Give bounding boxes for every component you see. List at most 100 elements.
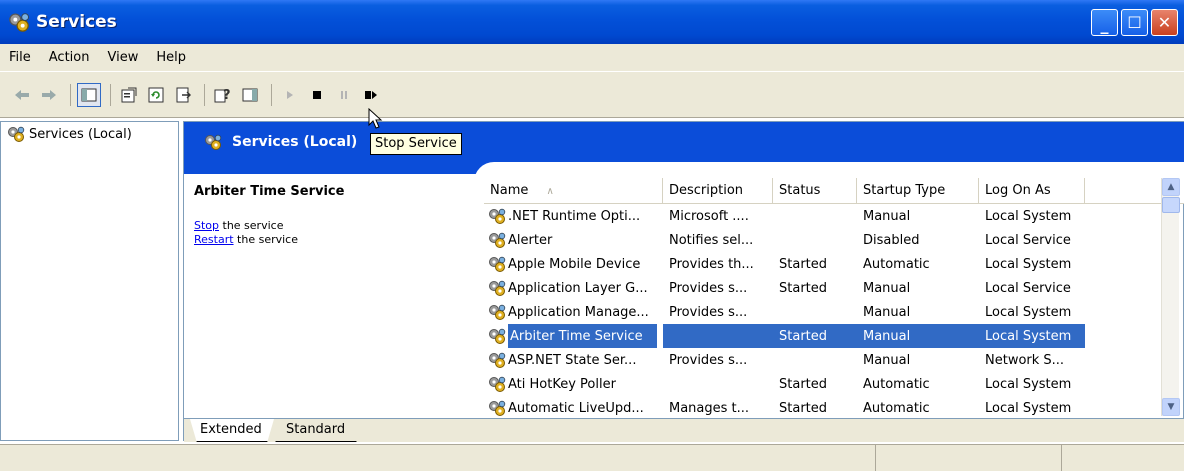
- cell-description: [663, 324, 773, 348]
- show-hide-action-pane-button[interactable]: [238, 83, 262, 107]
- column-header-name[interactable]: Name ∧: [484, 178, 663, 203]
- table-row[interactable]: Arbiter Time Service Started Manual Loca…: [484, 324, 1184, 348]
- back-button[interactable]: [10, 83, 34, 107]
- cell-log-on-as: Network S...: [985, 352, 1065, 368]
- cell-status: Started: [779, 400, 828, 416]
- cell-log-on-as: Local System: [985, 256, 1072, 272]
- scroll-thumb[interactable]: [1162, 197, 1180, 213]
- refresh-icon: [148, 87, 164, 102]
- stop-icon: [313, 90, 321, 99]
- vertical-scrollbar[interactable]: ▲ ▼: [1161, 178, 1180, 416]
- service-name: Ati HotKey Poller: [508, 376, 616, 392]
- cell-status: Started: [773, 324, 857, 348]
- properties-button[interactable]: [117, 83, 141, 107]
- scroll-up-button[interactable]: ▲: [1162, 178, 1180, 196]
- services-list: Name ∧ Description Status Startup Type L…: [484, 178, 1184, 416]
- gears-icon: [489, 256, 506, 272]
- restart-line: Restart the service: [194, 233, 464, 247]
- tree-item-label: Services (Local): [29, 126, 132, 142]
- maximize-button[interactable]: ☐: [1121, 9, 1148, 36]
- table-row[interactable]: Ati HotKey Poller Started Automatic Loca…: [484, 372, 1184, 396]
- gears-icon: [489, 376, 506, 392]
- scroll-down-button[interactable]: ▼: [1162, 398, 1180, 416]
- restart-text: the service: [233, 233, 298, 246]
- start-service-button[interactable]: [278, 83, 302, 107]
- table-row[interactable]: Application Layer G... Provides s... Sta…: [484, 276, 1184, 300]
- help-button[interactable]: ?: [211, 83, 235, 107]
- status-pane-secondary: [876, 445, 1062, 471]
- console-tree-icon: [81, 88, 97, 101]
- cell-startup-type: Automatic: [863, 376, 930, 392]
- help-icon: ?: [214, 88, 231, 103]
- tab-standard[interactable]: Standard: [268, 419, 364, 442]
- toolbar: ?: [0, 72, 1184, 118]
- cell-description: Microsoft ....: [669, 208, 749, 224]
- tab-extended[interactable]: Extended: [190, 419, 274, 442]
- cell-startup-type: Manual: [863, 304, 911, 320]
- window-title: Services: [36, 12, 117, 32]
- pause-icon: [341, 90, 347, 99]
- column-header-startup-type[interactable]: Startup Type: [857, 178, 979, 203]
- stop-service-button[interactable]: [305, 83, 329, 107]
- cell-name: Automatic LiveUpd...: [484, 400, 663, 416]
- table-row[interactable]: Automatic LiveUpd... Manages t... Starte…: [484, 396, 1184, 416]
- status-pane-tertiary: [1062, 445, 1184, 471]
- cell-startup-type: Automatic: [863, 400, 930, 416]
- details-pane: Services (Local) Arbiter Time Service St…: [183, 121, 1184, 442]
- cell-startup-type: Disabled: [863, 232, 920, 248]
- menu-view[interactable]: View: [98, 50, 147, 65]
- service-name: Alerter: [508, 232, 553, 248]
- gears-icon: [489, 304, 506, 320]
- mouse-cursor-icon: [368, 108, 383, 129]
- forward-button[interactable]: [37, 83, 61, 107]
- cell-description: Provides s...: [669, 280, 748, 296]
- restart-link[interactable]: Restart: [194, 233, 234, 246]
- column-header-label: Name: [490, 183, 529, 198]
- export-icon: [176, 87, 191, 102]
- toolbar-separator: [271, 83, 272, 106]
- list-header: Name ∧ Description Status Startup Type L…: [484, 178, 1184, 204]
- cell-name: Ati HotKey Poller: [484, 376, 663, 392]
- table-row[interactable]: Application Manage... Provides s... Manu…: [484, 300, 1184, 324]
- cell-log-on-as: Local System: [985, 304, 1072, 320]
- refresh-button[interactable]: [144, 83, 168, 107]
- service-name: Automatic LiveUpd...: [508, 400, 644, 416]
- service-name: .NET Runtime Opti...: [508, 208, 641, 224]
- column-header-description[interactable]: Description: [663, 178, 773, 203]
- title-bar[interactable]: Services _ ☐ ✕: [0, 0, 1184, 44]
- column-header-filler: [1085, 178, 1168, 203]
- menu-file[interactable]: File: [0, 50, 40, 65]
- tree-item-services-local[interactable]: Services (Local): [1, 122, 178, 146]
- menu-help[interactable]: Help: [147, 50, 195, 65]
- cell-log-on-as: Local Service: [985, 280, 1071, 296]
- toolbar-separator: [110, 83, 111, 106]
- table-row[interactable]: Alerter Notifies sel... Disabled Local S…: [484, 228, 1184, 252]
- stop-link[interactable]: Stop: [194, 219, 219, 232]
- minimize-button[interactable]: _: [1091, 9, 1118, 36]
- cell-description: Provides th...: [669, 256, 754, 272]
- cell-status: Started: [779, 376, 828, 392]
- cell-description: Notifies sel...: [669, 232, 754, 248]
- close-button[interactable]: ✕: [1151, 9, 1178, 36]
- cell-log-on-as: Local System: [985, 376, 1072, 392]
- tab-label: Standard: [286, 422, 346, 437]
- cell-name: Application Manage...: [484, 304, 663, 320]
- table-row[interactable]: .NET Runtime Opti... Microsoft .... Manu…: [484, 204, 1184, 228]
- column-header-status[interactable]: Status: [773, 178, 857, 203]
- stop-text: the service: [219, 219, 284, 232]
- menu-action[interactable]: Action: [40, 50, 99, 65]
- service-name: Arbiter Time Service: [508, 324, 657, 348]
- show-hide-tree-button[interactable]: [77, 82, 101, 107]
- cell-name: ASP.NET State Ser...: [484, 352, 663, 368]
- export-list-button[interactable]: [171, 83, 195, 107]
- pause-service-button[interactable]: [332, 83, 356, 107]
- table-row[interactable]: ASP.NET State Ser... Provides s... Manua…: [484, 348, 1184, 372]
- cell-startup-type: Manual: [863, 208, 911, 224]
- status-pane-main: [0, 445, 876, 471]
- cell-description: Provides s...: [669, 304, 748, 320]
- column-header-log-on-as[interactable]: Log On As: [979, 178, 1085, 203]
- service-name: Application Layer G...: [508, 280, 648, 296]
- service-name: Apple Mobile Device: [508, 256, 641, 272]
- restart-service-button[interactable]: [359, 83, 383, 107]
- table-row[interactable]: Apple Mobile Device Provides th... Start…: [484, 252, 1184, 276]
